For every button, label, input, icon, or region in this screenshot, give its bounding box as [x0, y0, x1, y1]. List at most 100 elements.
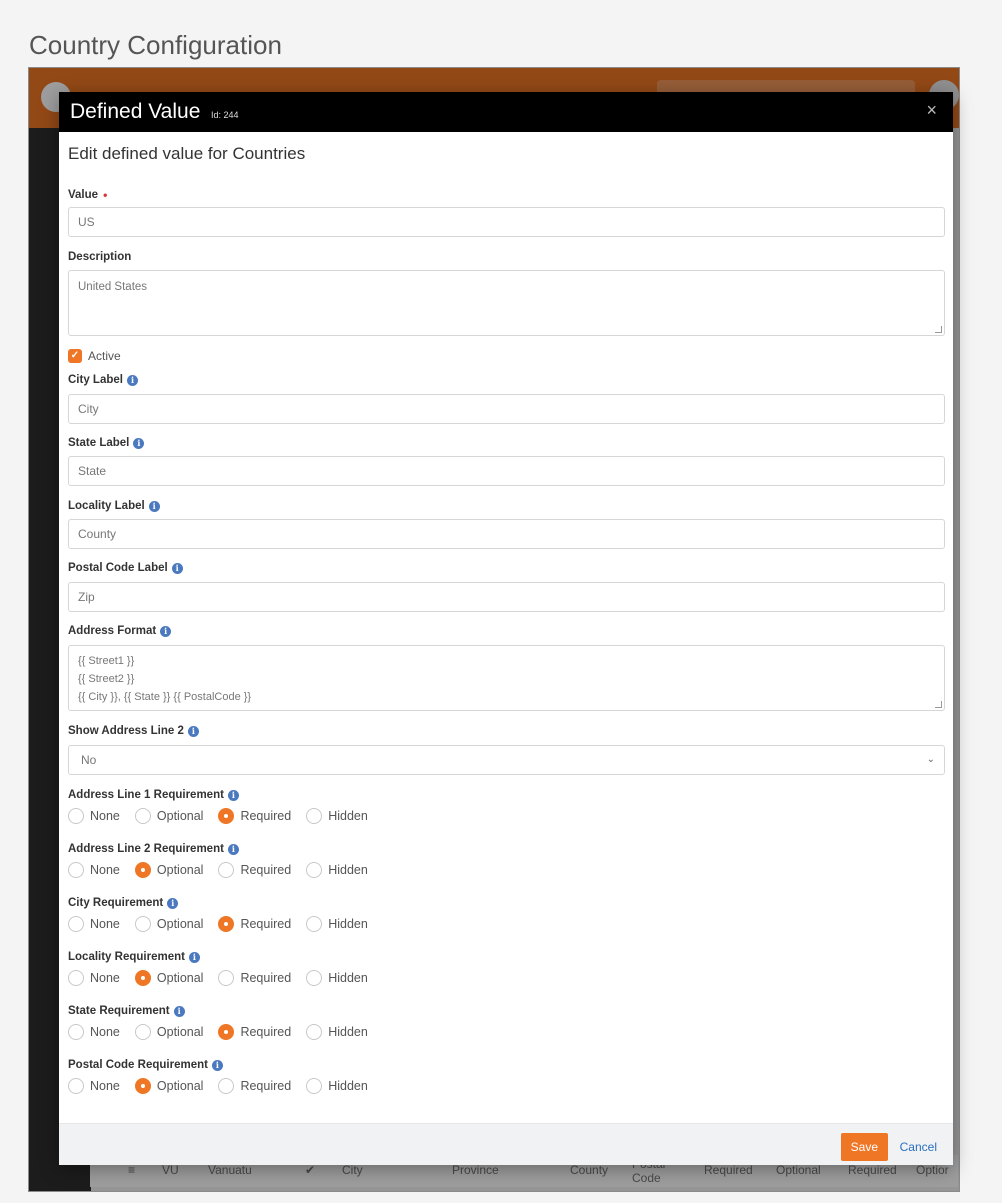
- radio-option-required[interactable]: Required: [218, 808, 291, 824]
- info-icon[interactable]: i: [227, 789, 239, 801]
- radio-option-hidden[interactable]: Hidden: [306, 862, 368, 878]
- radio-option-label: Optional: [156, 1025, 204, 1039]
- radio-option-label: Required: [240, 809, 292, 823]
- info-icon[interactable]: i: [211, 1059, 223, 1071]
- info-icon[interactable]: i: [173, 1005, 185, 1017]
- radio-option-required[interactable]: Required: [218, 916, 291, 932]
- radio-option-none[interactable]: None: [68, 808, 120, 824]
- active-checkbox-row[interactable]: ✓ Active: [68, 349, 121, 363]
- locality-label-input[interactable]: County: [68, 519, 945, 549]
- radio-selected-icon[interactable]: [218, 916, 235, 932]
- radio-option-label: Hidden: [328, 863, 368, 877]
- radio-option-optional[interactable]: Optional: [134, 970, 204, 986]
- radio-option-required[interactable]: Required: [218, 1024, 291, 1040]
- radio-unselected-icon[interactable]: [68, 970, 84, 986]
- radio-unselected-icon[interactable]: [306, 862, 323, 878]
- radio-option-label: Optional: [156, 863, 204, 877]
- radio-option-optional[interactable]: Optional: [134, 1078, 203, 1094]
- info-icon[interactable]: i: [188, 951, 200, 963]
- modal-id: Id: 244: [211, 110, 239, 120]
- info-icon[interactable]: i: [167, 897, 179, 909]
- address-format-textarea[interactable]: {{ Street1 }} {{ Street2 }} {{ City }}, …: [68, 645, 945, 711]
- radio-unselected-icon[interactable]: [68, 808, 84, 824]
- description-label: Description: [68, 251, 132, 263]
- show-address-line-2-select[interactable]: No ⌄: [68, 745, 945, 775]
- info-icon[interactable]: i: [160, 625, 172, 637]
- radio-option-label: Required: [240, 917, 292, 931]
- radio-option-required[interactable]: Required: [218, 970, 291, 986]
- radio-option-none[interactable]: None: [68, 1078, 120, 1094]
- resize-grip-icon[interactable]: [935, 326, 942, 333]
- info-icon[interactable]: i: [148, 500, 160, 512]
- radio-unselected-icon[interactable]: [68, 1078, 84, 1094]
- radio-unselected-icon[interactable]: [134, 808, 151, 824]
- info-icon[interactable]: i: [133, 437, 145, 449]
- radio-selected-icon[interactable]: [218, 1024, 235, 1040]
- radio-option-label: Optional: [156, 809, 204, 823]
- radio-option-optional[interactable]: Optional: [134, 1024, 204, 1040]
- radio-option-optional[interactable]: Optional: [134, 916, 204, 932]
- radio-option-hidden[interactable]: Hidden: [306, 1078, 368, 1094]
- requirement-label: Locality Requirement i: [68, 951, 200, 963]
- radio-option-label: Hidden: [328, 809, 368, 823]
- radio-unselected-icon[interactable]: [134, 1024, 151, 1040]
- radio-option-label: None: [90, 1025, 120, 1039]
- info-icon[interactable]: i: [126, 374, 138, 386]
- radio-option-label: Optional: [156, 971, 204, 985]
- save-button[interactable]: Save: [840, 1133, 888, 1161]
- city-label-input[interactable]: City: [68, 394, 945, 424]
- radio-option-hidden[interactable]: Hidden: [306, 808, 368, 824]
- radio-option-label: Hidden: [328, 971, 368, 985]
- cancel-button[interactable]: Cancel: [900, 1133, 937, 1161]
- radio-selected-icon[interactable]: [218, 808, 235, 824]
- radio-unselected-icon[interactable]: [134, 916, 151, 932]
- radio-selected-icon[interactable]: [134, 1078, 151, 1094]
- radio-option-none[interactable]: None: [68, 916, 120, 932]
- radio-option-label: None: [90, 971, 120, 985]
- radio-unselected-icon[interactable]: [218, 862, 235, 878]
- state-label-input[interactable]: State: [68, 456, 945, 486]
- radio-option-none[interactable]: None: [68, 862, 120, 878]
- radio-option-none[interactable]: None: [68, 1024, 120, 1040]
- radio-option-label: Required: [240, 1025, 292, 1039]
- radio-option-required[interactable]: Required: [218, 1078, 291, 1094]
- radio-unselected-icon[interactable]: [306, 970, 323, 986]
- modal-header: Defined Value Id: 244 ×: [59, 92, 953, 132]
- info-icon[interactable]: i: [187, 725, 199, 737]
- radio-unselected-icon[interactable]: [306, 916, 323, 932]
- resize-grip-icon[interactable]: [935, 701, 942, 708]
- description-textarea[interactable]: United States: [68, 270, 945, 336]
- radio-option-optional[interactable]: Optional: [134, 862, 204, 878]
- radio-option-optional[interactable]: Optional: [134, 808, 204, 824]
- radio-unselected-icon[interactable]: [218, 1078, 235, 1094]
- close-icon[interactable]: ×: [926, 101, 937, 119]
- radio-unselected-icon[interactable]: [68, 1024, 84, 1040]
- value-input[interactable]: US: [68, 207, 945, 237]
- info-icon[interactable]: i: [227, 843, 239, 855]
- radio-option-hidden[interactable]: Hidden: [306, 970, 368, 986]
- radio-option-required[interactable]: Required: [218, 862, 291, 878]
- radio-option-label: Optional: [156, 917, 204, 931]
- value-label: Value •: [68, 188, 108, 202]
- radio-unselected-icon[interactable]: [306, 808, 323, 824]
- requirement-radio-group: None Optional Required Hidden: [68, 808, 383, 824]
- radio-option-hidden[interactable]: Hidden: [306, 1024, 368, 1040]
- radio-unselected-icon[interactable]: [68, 916, 84, 932]
- radio-selected-icon[interactable]: [134, 862, 151, 878]
- radio-unselected-icon[interactable]: [306, 1078, 323, 1094]
- postal-code-label-input[interactable]: Zip: [68, 582, 945, 612]
- modal-subtitle: Edit defined value for Countries: [68, 144, 306, 163]
- info-icon[interactable]: i: [171, 562, 183, 574]
- radio-option-label: None: [90, 863, 120, 877]
- radio-option-none[interactable]: None: [68, 970, 120, 986]
- requirement-radio-group: None Optional Required Hidden: [68, 1024, 383, 1040]
- radio-unselected-icon[interactable]: [68, 862, 84, 878]
- requirement-label: State Requirement i: [68, 1005, 185, 1017]
- radio-unselected-icon[interactable]: [306, 1024, 323, 1040]
- radio-option-label: Hidden: [328, 1025, 368, 1039]
- radio-option-hidden[interactable]: Hidden: [306, 916, 368, 932]
- radio-option-label: Required: [240, 863, 292, 877]
- radio-selected-icon[interactable]: [134, 970, 151, 986]
- checkbox-checked-icon[interactable]: ✓: [68, 349, 82, 363]
- radio-unselected-icon[interactable]: [218, 970, 235, 986]
